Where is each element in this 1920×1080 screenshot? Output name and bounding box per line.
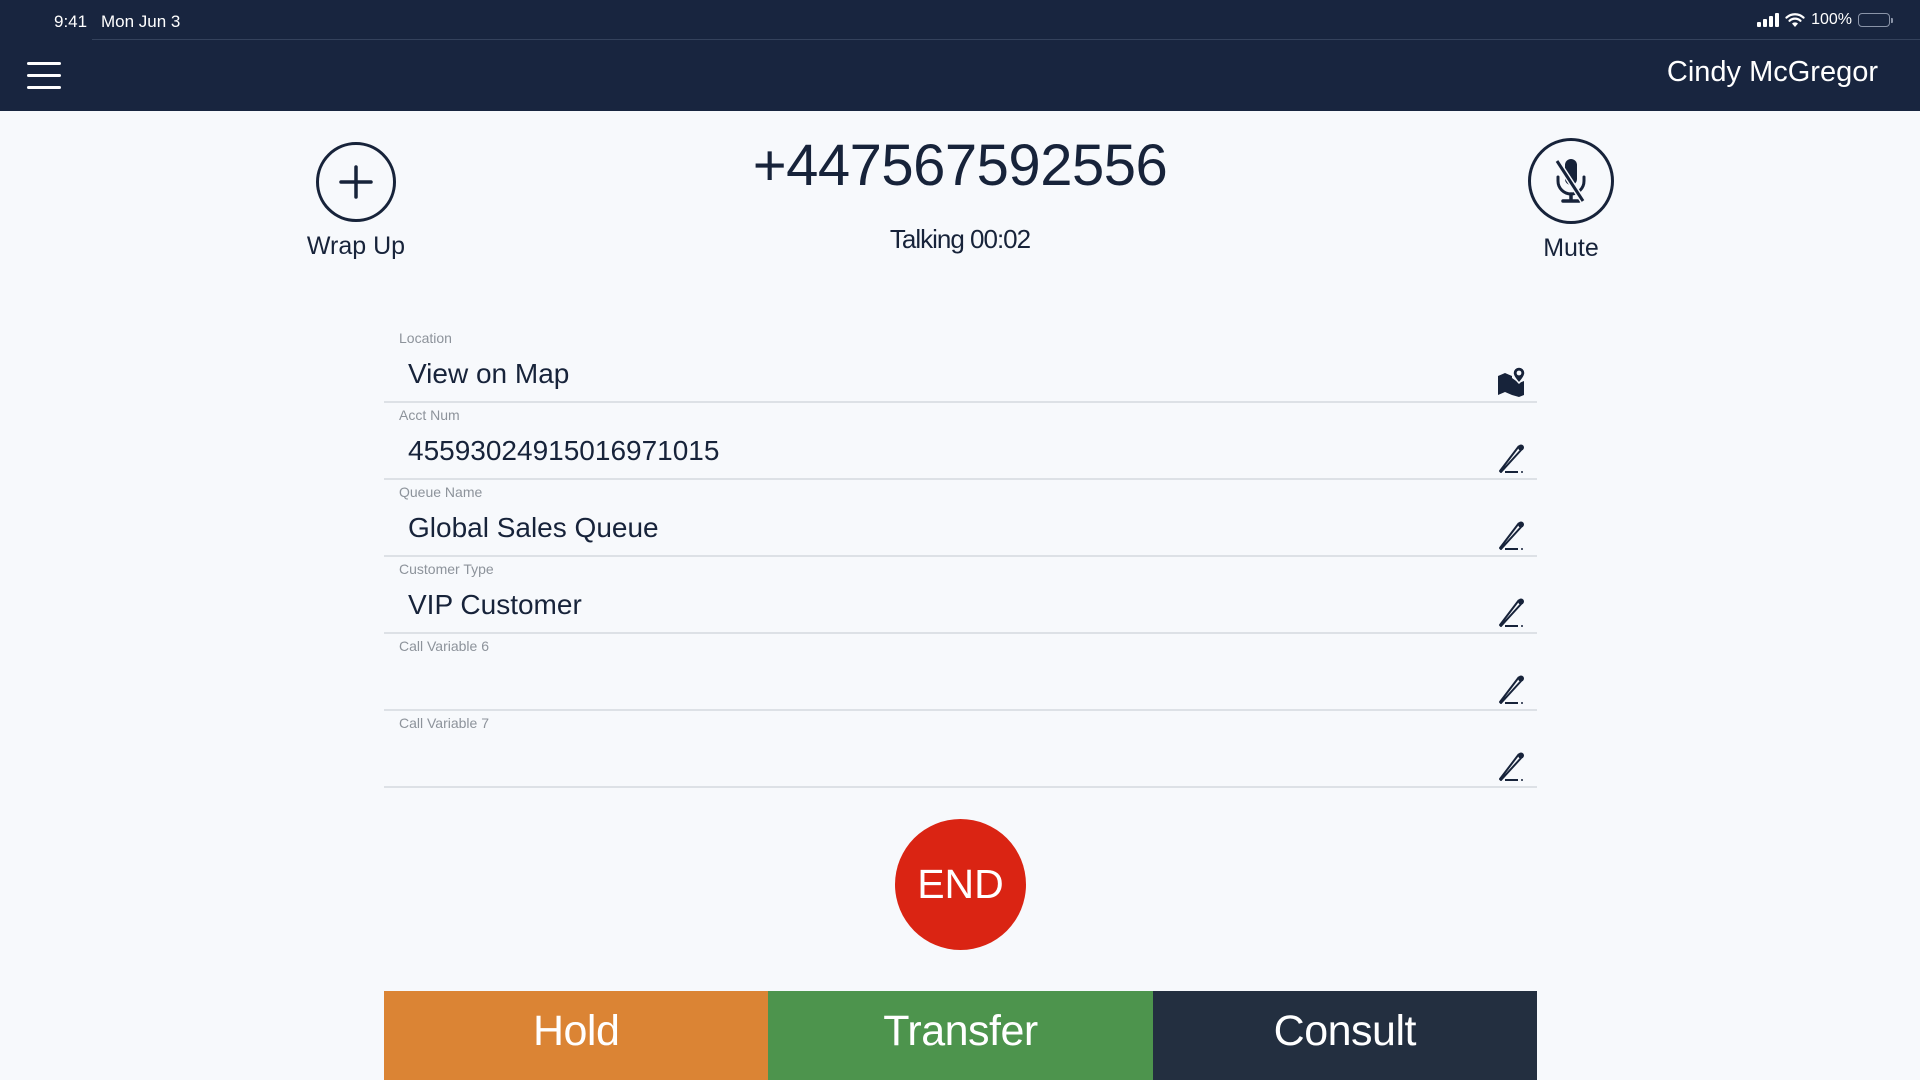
field-row-customer-type[interactable]: Customer Type VIP Customer (384, 557, 1537, 634)
call-status: Talking 00:02 (889, 224, 1031, 254)
field-row-queue-name[interactable]: Queue Name Global Sales Queue (384, 480, 1537, 557)
field-label: Queue Name (399, 484, 483, 500)
field-row-call-variable-6[interactable]: Call Variable 6 (384, 634, 1537, 711)
pencil-icon[interactable] (1495, 597, 1527, 629)
field-value[interactable]: 45593024915016971015 (408, 435, 719, 467)
call-actions-bar: Hold Transfer Consult (384, 991, 1537, 1080)
transfer-button[interactable]: Transfer (768, 991, 1153, 1080)
field-label: Call Variable 7 (399, 715, 490, 731)
field-label: Location (399, 330, 452, 346)
field-row-location[interactable]: Location View on Map (384, 326, 1537, 403)
battery-percent: 100% (1811, 11, 1852, 28)
map-pin-icon[interactable] (1495, 366, 1527, 398)
consult-button[interactable]: Consult (1152, 991, 1537, 1080)
field-row-acct-num[interactable]: Acct Num 45593024915016971015 (384, 403, 1537, 480)
user-name[interactable]: Cindy McGregor (1667, 56, 1878, 89)
pencil-icon[interactable] (1495, 520, 1527, 552)
status-indicators: 100% (1757, 11, 1893, 29)
hold-button[interactable]: Hold (384, 991, 769, 1080)
end-call-button[interactable]: END (895, 819, 1026, 950)
pencil-icon[interactable] (1495, 674, 1527, 706)
field-value[interactable]: View on Map (408, 358, 569, 390)
pencil-icon[interactable] (1495, 751, 1527, 783)
field-value[interactable]: VIP Customer (408, 589, 582, 621)
microphone-off-icon (1554, 159, 1586, 203)
field-value[interactable]: Global Sales Queue (408, 512, 659, 544)
wifi-icon (1785, 12, 1805, 27)
field-label: Customer Type (399, 561, 494, 577)
field-label: Call Variable 6 (399, 638, 490, 654)
field-row-call-variable-7[interactable]: Call Variable 7 (384, 711, 1537, 788)
call-variables-form: Location View on Map Acct Num 4559302491… (384, 326, 1537, 788)
mute-button[interactable]: Mute (1520, 138, 1622, 263)
cellular-signal-icon (1757, 13, 1780, 27)
mute-circle[interactable] (1528, 138, 1614, 224)
hamburger-menu-icon[interactable] (27, 62, 61, 89)
status-bar: 9:41 Mon Jun 3 100% (0, 0, 1920, 40)
status-date: Mon Jun 3 (101, 12, 181, 31)
status-time: 9:41 (54, 12, 88, 31)
battery-icon (1858, 13, 1893, 27)
nav-bar: Cindy McGregor (0, 40, 1920, 111)
field-label: Acct Num (399, 407, 460, 423)
pencil-icon[interactable] (1495, 443, 1527, 475)
caller-phone-number: +447567592556 (752, 133, 1168, 198)
mute-label: Mute (1543, 234, 1599, 262)
